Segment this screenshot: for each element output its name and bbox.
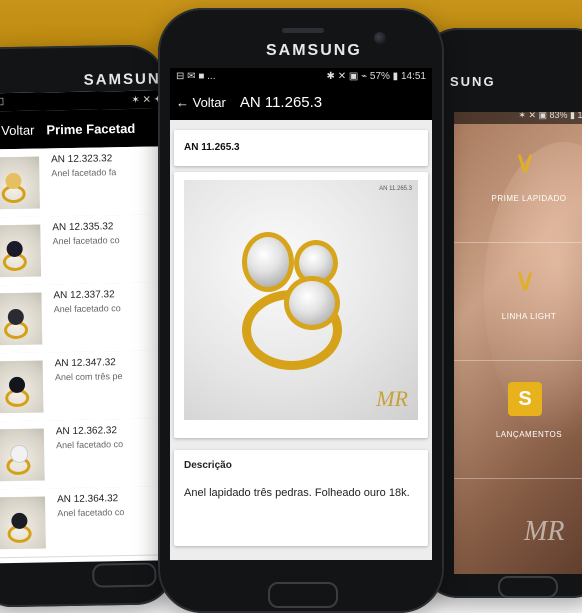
v-logo-icon: ∨ — [514, 264, 536, 297]
product-list-item[interactable]: AN 12.362.32 Anel facetado co — [0, 418, 175, 491]
phone-left: SAMSUNG ⊟ ☐ ✶ ✕ ✦ ← Voltar Prime Facetad… — [0, 44, 177, 608]
product-code: AN 12.362.32 — [55, 425, 118, 438]
left-screen: ⊟ ☐ ✶ ✕ ✦ ← Voltar Prime Facetad AN 12.3… — [0, 90, 177, 564]
product-description: Anel facetado co — [52, 235, 120, 247]
product-thumbnail — [0, 224, 42, 278]
center-app-bar: ← Voltar AN 11.265.3 — [170, 84, 432, 120]
product-thumbnail — [0, 292, 43, 346]
mr-watermark-logo: MR — [524, 516, 565, 547]
center-page-title: AN 11.265.3 — [239, 93, 323, 111]
center-status-left: ⊟ ✉ ■ ... — [176, 70, 216, 82]
product-code: AN 12.347.32 — [54, 357, 116, 370]
photo-tag: AN 11.265.3 — [379, 186, 412, 192]
speaker-grille — [282, 28, 324, 33]
phone-right-brand: SUNG — [450, 74, 496, 89]
description-card: Descrição Anel lapidado três pedras. Fol… — [174, 450, 428, 546]
ring-stone — [242, 232, 294, 292]
v-logo-icon: ∨ — [514, 146, 536, 179]
product-description: Anel facetado co — [53, 303, 121, 315]
left-page-title: Prime Facetad — [46, 120, 136, 137]
ring-stone — [284, 276, 340, 330]
menu-item-prime-lapidado[interactable]: ∨ PRIME LAPIDADO — [454, 124, 582, 243]
left-app-bar: ← Voltar Prime Facetad — [0, 108, 169, 150]
left-home-button — [92, 562, 157, 588]
menu-label: LANÇAMENTOS — [495, 430, 563, 439]
menu-label: LINHA LIGHT — [501, 312, 557, 321]
product-photo[interactable]: AN 11.265.3 MR — [184, 180, 418, 420]
right-home-button — [498, 576, 558, 598]
center-status-right: ✱ ✕ ▣ ⌁ 57% ▮ 14:51 — [326, 70, 426, 82]
phone-center: SAMSUNG ⊟ ✉ ■ ... ✱ ✕ ▣ ⌁ 57% ▮ 14:51 ← … — [158, 8, 444, 613]
left-back-button[interactable]: ← Voltar — [0, 122, 35, 138]
product-image-card: AN 11.265.3 MR — [174, 172, 428, 438]
menu-label: PRIME LAPIDADO — [491, 194, 567, 203]
product-description: Anel facetado fa — [51, 167, 117, 179]
product-list-item[interactable]: AN 12.364.32 Anel facetado co — [0, 486, 177, 559]
product-code: AN 12.335.32 — [52, 221, 114, 234]
product-description: Anel com três pe — [54, 371, 123, 383]
menu-item-lancamentos[interactable]: S LANÇAMENTOS — [454, 360, 582, 479]
menu-item-linha-light[interactable]: ∨ LINHA LIGHT — [454, 242, 582, 361]
product-code: AN 12.337.32 — [53, 289, 115, 302]
product-list-item[interactable]: AN 12.323.32 Anel facetado fa — [0, 146, 171, 219]
mr-logo: MR — [376, 386, 408, 411]
center-back-button[interactable]: ← Voltar — [176, 95, 226, 110]
product-thumbnail — [0, 156, 40, 210]
product-code: AN 12.323.32 — [51, 153, 113, 166]
product-thumbnail — [0, 496, 46, 550]
right-status-bar: ✶ ✕ ▣ 83% ▮ 14:31 — [454, 112, 582, 124]
product-title-card: AN 11.265.3 — [174, 130, 428, 166]
product-thumbnail — [0, 360, 44, 414]
product-description: Anel facetado co — [55, 439, 124, 451]
description-text: Anel lapidado três pedras. Folheado ouro… — [184, 487, 410, 499]
shopping-bag-icon: S — [508, 382, 542, 416]
front-camera — [374, 32, 386, 44]
product-list-item[interactable]: AN 12.347.32 Anel com três pe — [0, 350, 174, 423]
left-status-icons: ⊟ ☐ — [0, 96, 5, 108]
product-thumbnail — [0, 428, 45, 482]
phone-right: SUNG ✶ ✕ ▣ 83% ▮ 14:31 ∨ PRIME LAPIDADO … — [420, 28, 582, 598]
product-list-item[interactable]: AN 12.335.32 Anel facetado co — [0, 214, 172, 287]
center-status-bar: ⊟ ✉ ■ ... ✱ ✕ ▣ ⌁ 57% ▮ 14:51 — [170, 68, 432, 84]
right-screen: ✶ ✕ ▣ 83% ▮ 14:31 ∨ PRIME LAPIDADO ∨ LIN… — [454, 112, 582, 574]
product-description: Anel facetado co — [57, 507, 125, 519]
phone-center-brand: SAMSUNG — [266, 42, 362, 59]
product-list-item[interactable]: AN 12.337.32 Anel facetado co — [0, 282, 173, 355]
description-label: Descrição — [184, 460, 232, 471]
center-home-button — [268, 582, 338, 608]
center-screen: ⊟ ✉ ■ ... ✱ ✕ ▣ ⌁ 57% ▮ 14:51 ← Voltar A… — [170, 68, 432, 560]
product-code: AN 12.364.32 — [56, 493, 119, 506]
product-title: AN 11.265.3 — [184, 142, 240, 153]
